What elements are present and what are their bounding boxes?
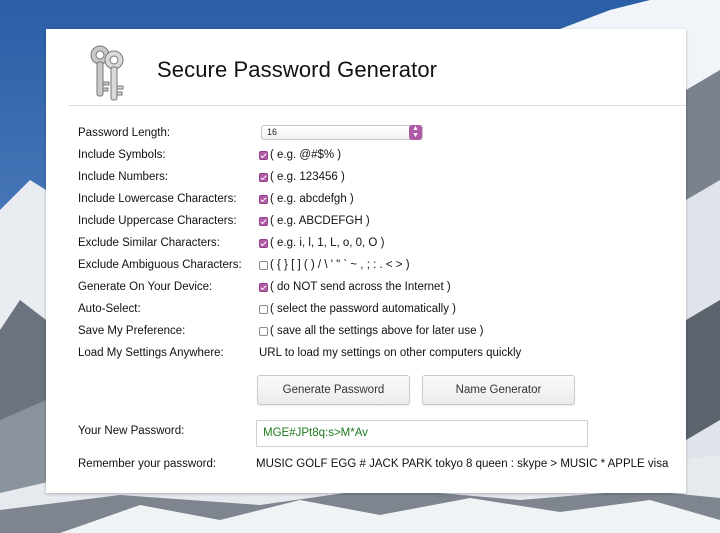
auto-select-checkbox[interactable] xyxy=(259,304,268,314)
include-uppercase-checkbox[interactable] xyxy=(259,216,268,226)
option-hint: ( e.g. 123456 ) xyxy=(270,171,345,183)
option-label: Generate On Your Device: xyxy=(78,281,213,293)
include-lowercase-checkbox[interactable] xyxy=(259,194,268,204)
option-hint: ( e.g. ABCDEFGH ) xyxy=(270,215,370,227)
option-hint: ( e.g. abcdefgh ) xyxy=(270,193,354,205)
load-settings-link[interactable]: URL to load my settings on other compute… xyxy=(259,347,521,359)
keys-icon xyxy=(84,44,130,104)
load-settings-label: Load My Settings Anywhere: xyxy=(78,347,224,359)
option-label: Auto-Select: xyxy=(78,303,141,315)
option-label: Include Uppercase Characters: xyxy=(78,215,237,227)
option-hint: ( e.g. @#$% ) xyxy=(270,149,342,161)
option-hint: ( e.g. i, l, 1, L, o, 0, O ) xyxy=(270,237,385,249)
include-symbols-checkbox[interactable] xyxy=(259,150,268,160)
password-length-label: Password Length: xyxy=(78,127,171,139)
option-label: Exclude Similar Characters: xyxy=(78,237,220,249)
name-generator-button[interactable]: Name Generator xyxy=(422,375,575,405)
new-password-label: Your New Password: xyxy=(78,425,185,437)
option-hint: ( select the password automatically ) xyxy=(270,303,456,315)
remember-label: Remember your password: xyxy=(78,458,217,470)
chevron-updown-icon: ▲ ▼ xyxy=(409,125,422,140)
header-divider xyxy=(68,105,686,106)
new-password-field[interactable]: MGE#JPt8q:s>M*Av xyxy=(256,420,588,447)
generate-password-button[interactable]: Generate Password xyxy=(257,375,410,405)
option-hint: ( { } [ ] ( ) / \ ' " ` ~ , ; : . < > ) xyxy=(270,259,410,271)
option-label: Include Numbers: xyxy=(78,171,169,183)
password-length-value: 16 xyxy=(267,127,278,137)
header: Secure Password Generator xyxy=(46,29,686,105)
mnemonic-text: MUSIC GOLF EGG # JACK PARK tokyo 8 queen… xyxy=(256,458,669,470)
option-hint: ( do NOT send across the Internet ) xyxy=(270,281,451,293)
option-label: Save My Preference: xyxy=(78,325,186,337)
save-preference-checkbox[interactable] xyxy=(259,326,268,336)
password-length-select[interactable]: 16 ▲ ▼ xyxy=(261,125,423,140)
option-label: Exclude Ambiguous Characters: xyxy=(78,259,242,271)
page-title: Secure Password Generator xyxy=(157,57,438,82)
generator-panel: Secure Password Generator Password Lengt… xyxy=(46,29,686,493)
exclude-similar-checkbox[interactable] xyxy=(259,238,268,248)
generate-on-device-checkbox[interactable] xyxy=(259,282,268,292)
exclude-ambiguous-checkbox[interactable] xyxy=(259,260,268,270)
include-numbers-checkbox[interactable] xyxy=(259,172,268,182)
option-label: Include Lowercase Characters: xyxy=(78,193,237,205)
option-hint: ( save all the settings above for later … xyxy=(270,325,484,337)
option-label: Include Symbols: xyxy=(78,149,166,161)
